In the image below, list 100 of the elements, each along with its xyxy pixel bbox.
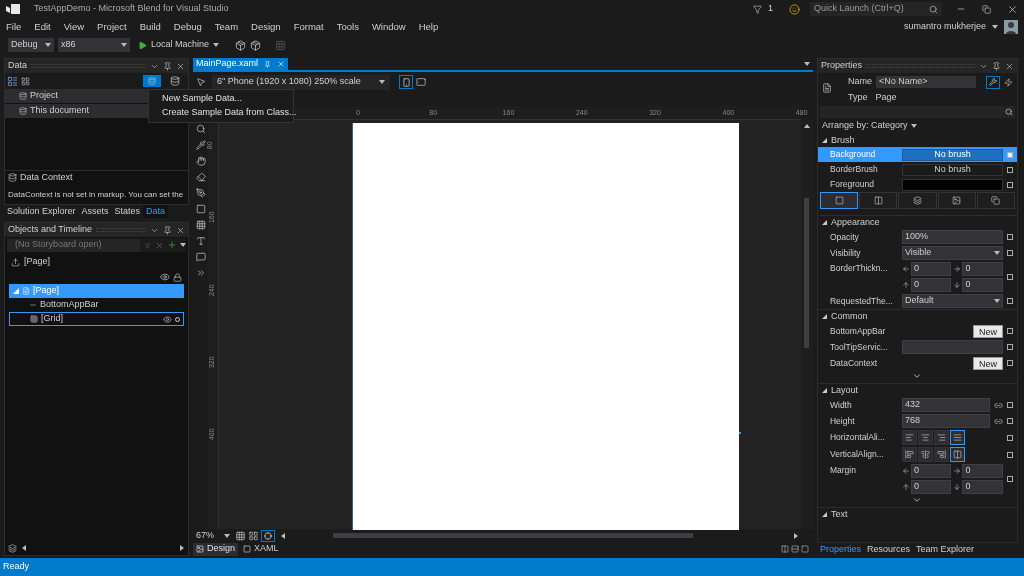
platform-dropdown[interactable]: x86 (58, 38, 130, 52)
panel-tab[interactable]: Properties (817, 543, 864, 556)
property-marker[interactable] (1007, 434, 1013, 441)
property-search-field[interactable] (820, 106, 1015, 118)
tree-item[interactable]: [Grid] (9, 312, 184, 326)
link-icon[interactable] (994, 416, 1003, 426)
properties-button[interactable] (986, 75, 1000, 89)
menu-item[interactable]: Project (97, 19, 127, 35)
rectangle-icon[interactable] (196, 204, 206, 214)
property-marker[interactable] (1007, 274, 1013, 280)
eye-icon[interactable] (163, 314, 172, 324)
section-header[interactable]: Common (831, 309, 868, 324)
add-database-icon[interactable] (170, 76, 180, 86)
color-swatch[interactable] (902, 178, 1003, 191)
pin-icon[interactable] (992, 61, 1001, 71)
more-properties-icon[interactable] (912, 371, 923, 381)
more-properties-icon[interactable] (912, 495, 923, 505)
number-field[interactable]: 0 (962, 262, 1003, 276)
brush-type-tab[interactable] (976, 192, 1015, 209)
user-name[interactable]: sumantro mukherjee (903, 20, 986, 34)
expander-icon[interactable] (822, 220, 827, 225)
align-button[interactable] (934, 447, 949, 462)
menu-item[interactable]: File (6, 19, 22, 35)
panel-tab[interactable]: Data (143, 205, 169, 218)
pin-icon[interactable] (163, 61, 172, 71)
speech-bubble-icon[interactable] (196, 252, 206, 262)
brush-field[interactable]: No brush (902, 148, 1003, 161)
more-tools-icon[interactable] (196, 268, 206, 278)
view-tab[interactable]: Design (193, 542, 239, 556)
property-marker[interactable] (1007, 418, 1013, 424)
number-field[interactable]: 0 (962, 480, 1003, 494)
menu-item[interactable]: Edit (34, 19, 51, 35)
package-icon[interactable] (250, 39, 262, 51)
number-field[interactable]: 0 (962, 464, 1003, 478)
property-marker[interactable] (1007, 298, 1013, 304)
hand-icon[interactable] (196, 156, 206, 166)
panel-tab[interactable]: States (111, 205, 144, 218)
add-icon[interactable] (167, 240, 177, 250)
menu-item[interactable]: Design (251, 19, 281, 35)
snap-button[interactable] (261, 529, 275, 542)
eraser-icon[interactable] (196, 172, 206, 182)
number-field[interactable]: 768 (902, 414, 990, 428)
panel-tab[interactable]: Resources (864, 543, 914, 556)
smiley-icon[interactable] (789, 3, 800, 15)
play-icon[interactable] (138, 40, 147, 50)
view-tab[interactable]: XAML (240, 542, 282, 556)
list-view-icon[interactable] (7, 75, 18, 87)
snap-grid-icon[interactable] (248, 530, 259, 541)
configuration-dropdown[interactable]: Debug (8, 38, 54, 52)
landscape-icon[interactable] (416, 77, 426, 87)
dropdown[interactable]: Default (902, 294, 1003, 308)
events-icon[interactable] (1004, 77, 1013, 87)
zoom-dropdown[interactable]: 67% (193, 529, 233, 542)
expander-icon[interactable] (822, 138, 827, 143)
scope-up-icon[interactable] (11, 257, 20, 267)
pointer-icon[interactable] (196, 77, 206, 87)
brush-field[interactable]: No brush (902, 163, 1003, 176)
property-marker[interactable] (1007, 250, 1013, 256)
close-icon[interactable] (1007, 3, 1018, 15)
run-button[interactable]: Local Machine (151, 38, 210, 52)
align-button[interactable] (950, 430, 965, 445)
number-field[interactable]: 0 (962, 278, 1003, 292)
panel-tab[interactable]: Solution Explorer (4, 205, 79, 218)
name-field[interactable]: <No Name> (876, 76, 976, 88)
pin-icon[interactable] (163, 225, 172, 235)
text-icon[interactable] (196, 236, 206, 246)
close-icon[interactable] (1005, 61, 1014, 71)
property-marker[interactable] (1007, 402, 1013, 408)
menu-item[interactable]: View (63, 19, 85, 35)
menu-item[interactable]: Window (371, 19, 406, 35)
grid-toggle-icon[interactable] (235, 530, 246, 541)
brush-type-tab[interactable] (859, 192, 898, 209)
menu-item[interactable]: Debug (173, 19, 202, 35)
number-field[interactable]: 0 (911, 480, 952, 494)
storyboard-field[interactable]: (No Storyboard open) (7, 238, 140, 252)
text-field[interactable] (902, 340, 1003, 354)
menu-item[interactable]: Build (139, 19, 161, 35)
number-field[interactable]: 0 (911, 278, 952, 292)
restore-icon[interactable] (982, 4, 991, 14)
menu-item[interactable]: Tools (336, 19, 359, 35)
brush-type-tab[interactable] (898, 192, 937, 209)
section-header[interactable]: Text (831, 507, 848, 522)
property-marker[interactable] (1007, 328, 1013, 334)
number-field[interactable]: 0 (911, 464, 952, 478)
brush-row[interactable]: Background No brush (818, 147, 1017, 162)
number-field[interactable]: 432 (902, 398, 990, 412)
split-icon[interactable] (781, 545, 789, 553)
menu-item[interactable]: Help (418, 19, 439, 35)
horizontal-scrollbar[interactable] (333, 533, 693, 538)
brush-type-tab[interactable] (937, 192, 976, 209)
resize-handle[interactable] (739, 432, 741, 434)
menu-item[interactable]: Format (293, 19, 324, 35)
text-field[interactable]: 100% (902, 230, 1003, 244)
align-button[interactable] (950, 447, 965, 462)
dropdown[interactable]: Visible (902, 246, 1003, 260)
brush-type-tab[interactable] (820, 192, 859, 209)
link-icon[interactable] (994, 400, 1003, 410)
panel-tab[interactable]: Team Explorer (913, 543, 978, 556)
expander-icon[interactable] (822, 388, 827, 393)
flag-icon[interactable] (753, 4, 762, 14)
